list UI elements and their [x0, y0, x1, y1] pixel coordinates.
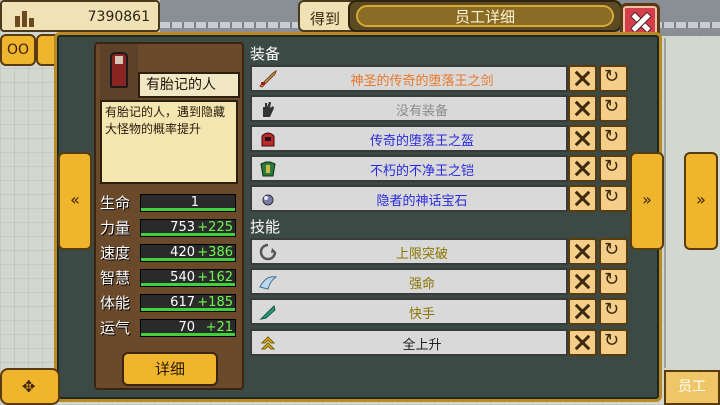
stat-label: 生命: [100, 194, 131, 212]
stat-value: 1: [190, 195, 199, 210]
employee-description: 有胎记的人，遇到隐藏大怪物的概率提升: [100, 100, 238, 184]
employee-tab[interactable]: 员工: [664, 370, 720, 405]
equipment-name: 隐者的神话宝石: [376, 194, 468, 209]
stat-label: 速度: [100, 244, 131, 262]
got-panel: 得到: [298, 0, 354, 32]
swap-skill-button[interactable]: [599, 298, 628, 325]
wing-icon: [258, 273, 278, 291]
skill-name: 快手: [408, 307, 435, 322]
swap-equipment-button[interactable]: [599, 155, 628, 182]
skill-name: 上限突破: [395, 247, 448, 262]
employee-avatar: [100, 44, 138, 100]
skill-row[interactable]: 上限突破: [250, 238, 568, 265]
modal-title-bar: 员工详细: [348, 0, 622, 32]
move-button[interactable]: ✥: [0, 368, 60, 405]
stat-bar: 753 +225: [140, 219, 236, 237]
swap-equipment-button[interactable]: [599, 65, 628, 92]
equipment-row[interactable]: 不朽的不净王之铠: [250, 155, 568, 182]
equipment-row[interactable]: 神圣的传奇的堕落王之剑: [250, 65, 568, 92]
stat-value: 420: [170, 245, 195, 260]
prev-employee-button[interactable]: «: [58, 152, 92, 250]
remove-skill-button[interactable]: [568, 268, 597, 295]
building-icon: [15, 11, 34, 27]
stat-bar: 420 +386: [140, 244, 236, 262]
stat-bonus: +386: [197, 245, 233, 260]
move-icon: ✥: [22, 377, 36, 396]
stat-label: 体能: [100, 294, 131, 312]
equipment-row[interactable]: 传奇的堕落王之盔: [250, 125, 568, 152]
equipment-row[interactable]: 没有装备: [250, 95, 568, 122]
hand-icon: [258, 100, 278, 118]
feather-icon: [258, 303, 278, 321]
skills-header: 技能: [250, 218, 281, 236]
money-panel: 7390861: [0, 0, 160, 32]
skill-name: 强命: [408, 277, 435, 292]
equipment-header: 装备: [250, 45, 281, 63]
employee-name: 有胎记的人: [138, 72, 240, 98]
break-limit-icon: [258, 243, 278, 261]
helmet-icon: [258, 130, 278, 148]
stat-label: 力量: [100, 219, 131, 237]
skill-row[interactable]: 全上升: [250, 329, 568, 356]
money-amount: 7390861: [87, 9, 150, 25]
stat-label: 智慧: [100, 269, 131, 287]
stat-label: 运气: [100, 319, 131, 337]
swap-equipment-button[interactable]: [599, 95, 628, 122]
stat-value: 70: [178, 320, 195, 335]
equipment-name: 没有装备: [395, 104, 448, 119]
next-employee-button[interactable]: »: [630, 152, 664, 250]
stat-bar: 1: [140, 194, 236, 212]
sword-icon: [258, 69, 278, 88]
swap-equipment-button[interactable]: [599, 125, 628, 152]
stat-value: 753: [170, 220, 195, 235]
stat-bonus: +225: [197, 220, 233, 235]
equipment-name: 不朽的不净王之铠: [369, 164, 474, 179]
remove-equipment-button[interactable]: [568, 65, 597, 92]
equipment-name: 传奇的堕落王之盔: [369, 134, 474, 149]
up-arrows-icon: [258, 334, 278, 352]
remove-equipment-button[interactable]: [568, 185, 597, 212]
stat-fill: [141, 208, 235, 211]
stat-bar: 540 +162: [140, 269, 236, 287]
stat-bonus: +185: [197, 295, 233, 310]
scroll-right-button[interactable]: »: [684, 152, 718, 250]
detail-button[interactable]: 详细: [122, 352, 218, 386]
swap-skill-button[interactable]: [599, 238, 628, 265]
stat-bar: 617 +185: [140, 294, 236, 312]
remove-skill-button[interactable]: [568, 329, 597, 356]
stat-bar: 70 +21: [140, 319, 236, 337]
swap-equipment-button[interactable]: [599, 185, 628, 212]
remove-equipment-button[interactable]: [568, 155, 597, 182]
swap-skill-button[interactable]: [599, 329, 628, 356]
stat-bonus: +21: [205, 320, 233, 335]
stat-value: 617: [170, 295, 195, 310]
equipment-name: 神圣的传奇的堕落王之剑: [350, 74, 494, 89]
skill-name: 全上升: [402, 338, 442, 353]
equipment-row[interactable]: 隐者的神话宝石: [250, 185, 568, 212]
got-label: 得到: [310, 10, 341, 28]
stat-value: 540: [170, 270, 195, 285]
stat-bonus: +162: [197, 270, 233, 285]
armor-icon: [258, 160, 278, 178]
pause-button[interactable]: OO: [0, 34, 36, 66]
remove-equipment-button[interactable]: [568, 125, 597, 152]
skill-row[interactable]: 快手: [250, 298, 568, 325]
remove-skill-button[interactable]: [568, 238, 597, 265]
remove-equipment-button[interactable]: [568, 95, 597, 122]
modal-title: 员工详细: [356, 5, 614, 27]
gem-icon: [258, 190, 278, 208]
skill-row[interactable]: 强命: [250, 268, 568, 295]
remove-skill-button[interactable]: [568, 298, 597, 325]
swap-skill-button[interactable]: [599, 268, 628, 295]
